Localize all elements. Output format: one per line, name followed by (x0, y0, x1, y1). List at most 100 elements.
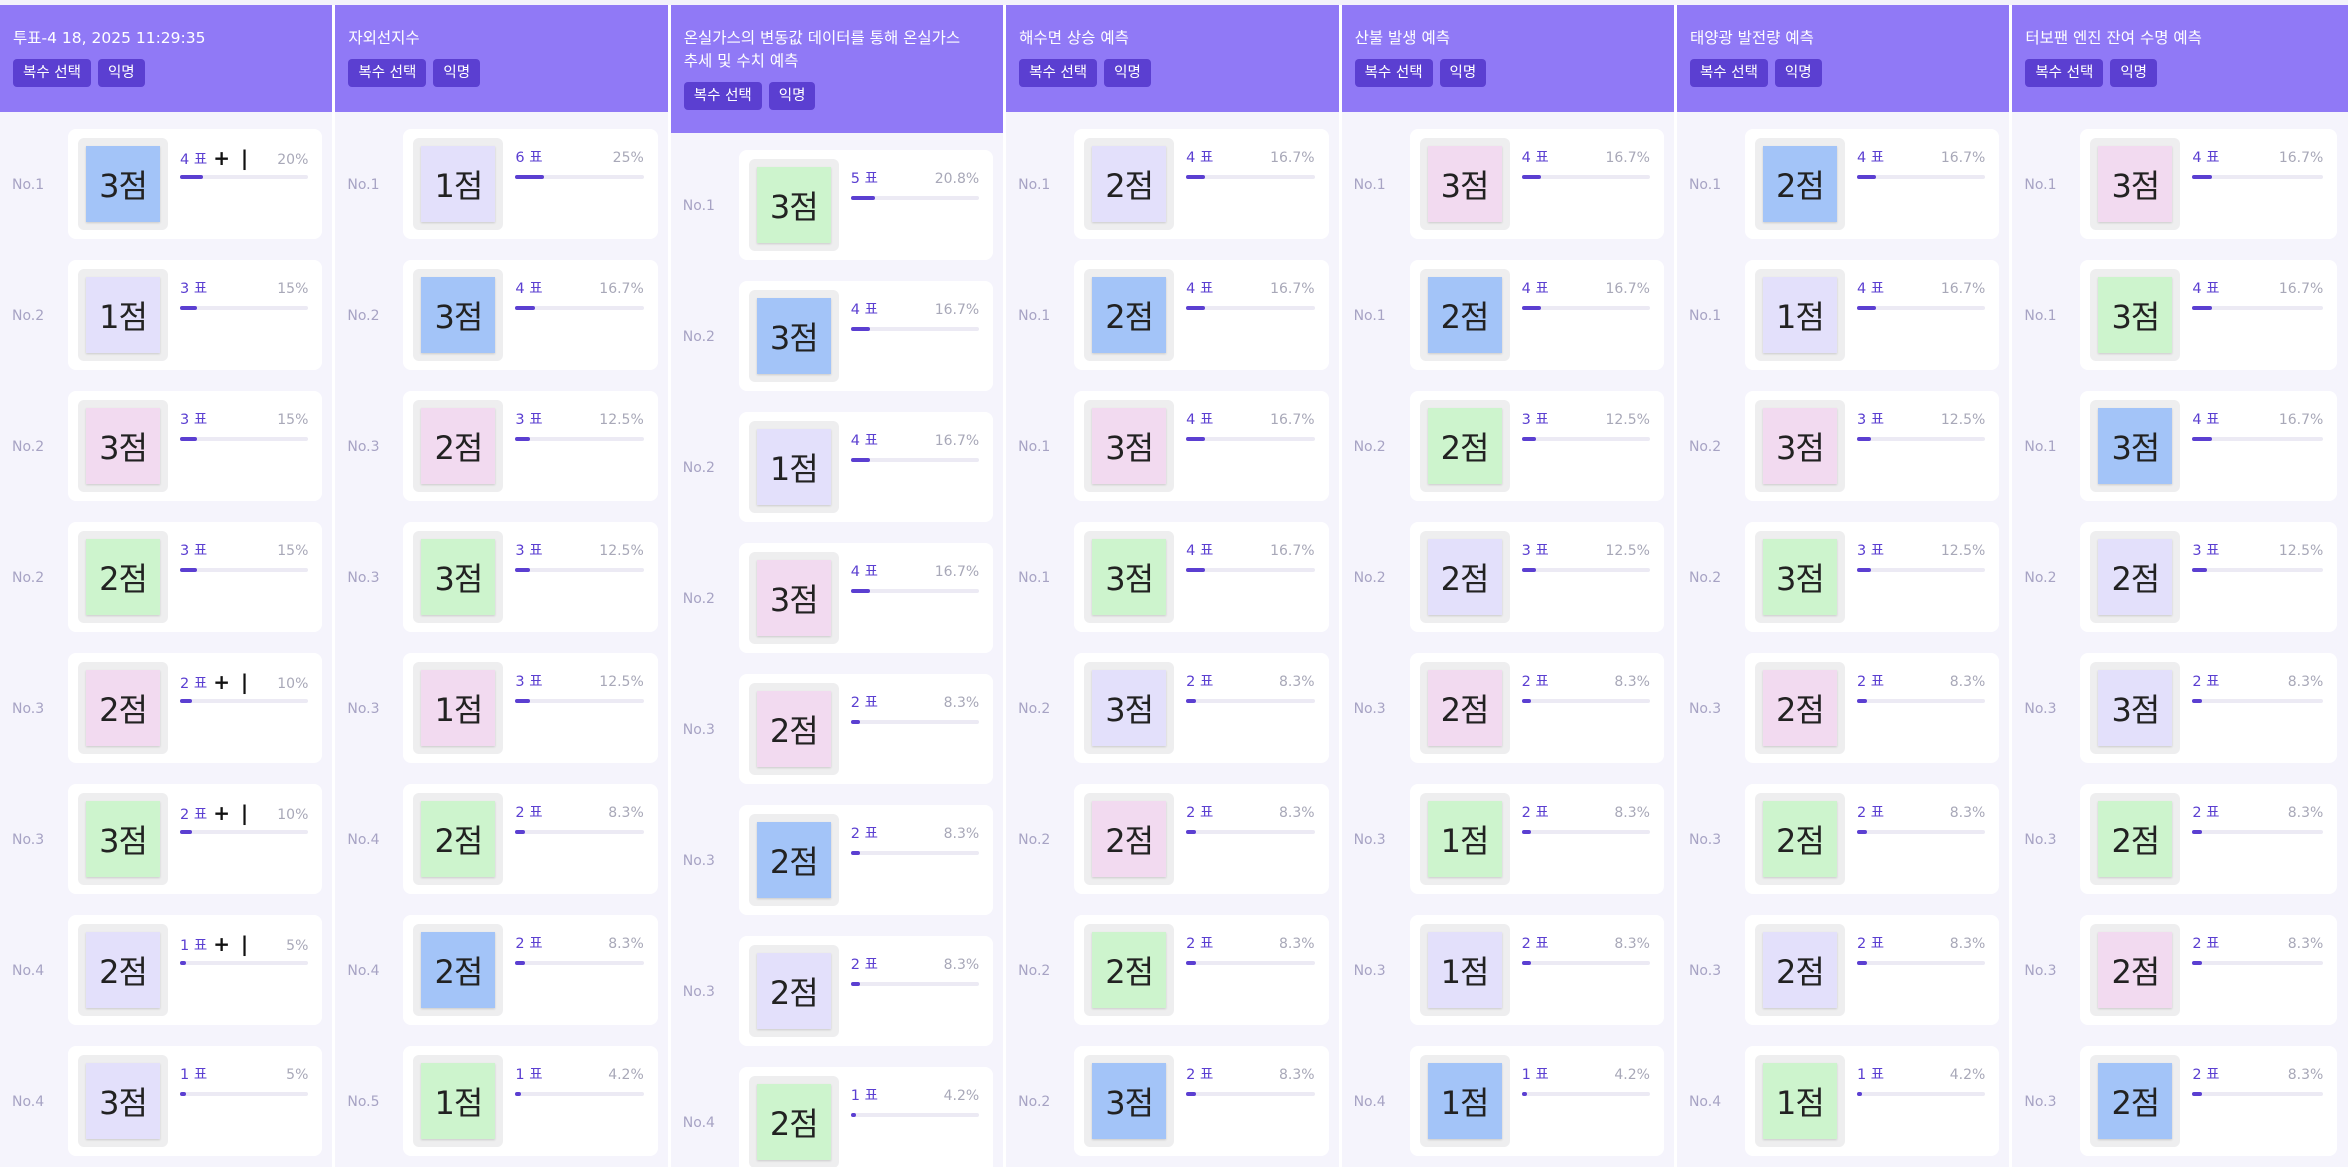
result-card[interactable]: 2점 2 표 8.3% (738, 936, 994, 1046)
sticky-note: 3점 (1092, 1063, 1167, 1139)
sticky-note: 2점 (421, 408, 496, 484)
result-card[interactable]: 2점 2 표 8.3% (2080, 1046, 2338, 1156)
result-card[interactable]: 2점 2 표 8.3% (1744, 784, 2000, 894)
result-card[interactable]: 3점 4 표 16.7% (1409, 129, 1664, 239)
result-card[interactable]: 3점 2 표 8.3% (2080, 653, 2338, 763)
vote-progress-fill (850, 851, 861, 855)
result-card[interactable]: 1점 2 표 8.3% (1409, 784, 1664, 894)
vote-info: 2 표 8.3% (1174, 1055, 1315, 1096)
result-card[interactable]: 1점 1 표 4.2% (403, 1046, 658, 1156)
result-card[interactable]: 3점 3 표 15% (68, 391, 323, 501)
result-card[interactable]: 3점 4 표 16.7% (2080, 129, 2338, 239)
result-row: No.3 3점 2 표 8.3% (2024, 653, 2338, 784)
multiple-choice-badge[interactable]: 복수 선택 (13, 59, 91, 87)
result-card[interactable]: 1점 1 표 4.2% (1409, 1046, 1664, 1156)
anonymous-badge[interactable]: 익명 (1439, 59, 1487, 87)
result-card[interactable]: 2점 2 표 8.3% (403, 784, 658, 894)
result-card[interactable]: 2점 2 표 8.3% (2080, 784, 2338, 894)
multiple-choice-badge[interactable]: 복수 선택 (1019, 59, 1098, 87)
vote-info: 3 표 15% (168, 531, 309, 572)
vote-info: 1 표 4.2% (503, 1055, 644, 1096)
result-card[interactable]: 3점 2 표 + | 10% (68, 784, 323, 894)
result-card[interactable]: 3점 4 표 16.7% (1074, 391, 1329, 501)
result-card[interactable]: 2점 2 표 8.3% (738, 674, 994, 784)
vote-line: 3 표 12.5% (1857, 408, 1985, 430)
vote-line: 4 표 16.7% (2192, 408, 2323, 430)
vote-count-wrap: 2 표 (1186, 670, 1213, 691)
result-card[interactable]: 2점 1 표 + | 5% (68, 915, 323, 1025)
vote-progress-track (180, 568, 309, 572)
vote-progress-fill (1856, 306, 1877, 310)
result-card[interactable]: 3점 4 표 16.7% (2080, 260, 2338, 370)
result-card[interactable]: 1점 4 표 16.7% (1744, 260, 2000, 370)
result-card[interactable]: 3점 3 표 12.5% (1744, 391, 2000, 501)
vote-progress-track (1856, 437, 1986, 441)
vote-info: 4 표 16.7% (1845, 138, 1986, 179)
note-thumbnail: 3점 (78, 793, 168, 885)
result-card[interactable]: 3점 2 표 8.3% (1074, 1046, 1329, 1156)
result-card[interactable]: 1점 6 표 25% (403, 129, 658, 239)
result-card[interactable]: 2점 2 표 8.3% (738, 805, 994, 915)
result-card[interactable]: 2점 2 표 8.3% (1409, 653, 1664, 763)
result-card[interactable]: 2점 2 표 8.3% (1744, 653, 2000, 763)
anonymous-badge[interactable]: 익명 (97, 59, 145, 87)
sticky-note: 3점 (2098, 408, 2173, 484)
anonymous-badge[interactable]: 익명 (2110, 59, 2157, 87)
multiple-choice-badge[interactable]: 복수 선택 (348, 59, 427, 87)
result-card[interactable]: 2점 1 표 4.2% (738, 1067, 994, 1167)
result-card[interactable]: 1점 1 표 4.2% (1744, 1046, 2000, 1156)
result-card[interactable]: 2점 4 표 16.7% (1074, 129, 1329, 239)
multiple-choice-badge[interactable]: 복수 선택 (1689, 59, 1768, 87)
result-card[interactable]: 3점 4 표 16.7% (1074, 522, 1329, 632)
result-card[interactable]: 1점 3 표 12.5% (403, 653, 658, 763)
result-card[interactable]: 2점 3 표 12.5% (1409, 391, 1664, 501)
result-card[interactable]: 2점 3 표 12.5% (403, 391, 658, 501)
vote-progress-track (1186, 568, 1315, 572)
vote-info: 4 표 16.7% (1510, 269, 1650, 310)
result-card[interactable]: 3점 3 표 12.5% (403, 522, 658, 632)
vote-count-wrap: 3 표 (180, 408, 207, 429)
result-card[interactable]: 3점 4 표 16.7% (403, 260, 658, 370)
anonymous-badge[interactable]: 익명 (1104, 59, 1151, 87)
sticky-note: 3점 (421, 539, 496, 615)
vote-progress-track (1186, 175, 1315, 179)
result-card[interactable]: 2점 2 표 8.3% (1074, 915, 1329, 1025)
anonymous-badge[interactable]: 익명 (433, 59, 481, 87)
vote-progress-track (850, 589, 980, 593)
multiple-choice-badge[interactable]: 복수 선택 (683, 82, 762, 110)
result-card[interactable]: 2점 2 표 + | 10% (68, 653, 323, 763)
result-card[interactable]: 2점 2 표 8.3% (1744, 915, 2000, 1025)
result-card[interactable]: 3점 2 표 8.3% (1074, 653, 1329, 763)
result-card[interactable]: 2점 3 표 12.5% (2080, 522, 2338, 632)
vote-percent: 8.3% (2287, 1067, 2324, 1083)
result-card[interactable]: 1점 3 표 15% (68, 260, 323, 370)
result-card[interactable]: 2점 3 표 15% (68, 522, 323, 632)
result-card[interactable]: 2점 4 표 16.7% (1074, 260, 1329, 370)
multiple-choice-badge[interactable]: 복수 선택 (1354, 59, 1433, 87)
vote-percent: 8.3% (1949, 674, 1986, 690)
result-card[interactable]: 3점 4 표 16.7% (2080, 391, 2338, 501)
result-card[interactable]: 2점 4 표 16.7% (1409, 260, 1664, 370)
result-card[interactable]: 2점 2 표 8.3% (2080, 915, 2338, 1025)
result-card[interactable]: 1점 2 표 8.3% (1409, 915, 1664, 1025)
anonymous-badge[interactable]: 익명 (768, 82, 816, 110)
vote-percent: 8.3% (1278, 936, 1315, 952)
result-card[interactable]: 3점 4 표 16.7% (738, 543, 994, 653)
result-card[interactable]: 3점 1 표 5% (68, 1046, 323, 1156)
result-card[interactable]: 2점 2 표 8.3% (403, 915, 658, 1025)
vote-percent: 12.5% (1940, 543, 1986, 559)
result-card[interactable]: 2점 3 표 12.5% (1409, 522, 1664, 632)
result-card[interactable]: 2점 2 표 8.3% (1074, 784, 1329, 894)
vote-line: 1 표 5% (180, 1063, 308, 1085)
result-card[interactable]: 3점 3 표 12.5% (1744, 522, 2000, 632)
anonymous-badge[interactable]: 익명 (1774, 59, 1822, 87)
result-card[interactable]: 3점 4 표 16.7% (738, 281, 994, 391)
result-card[interactable]: 1점 4 표 16.7% (738, 412, 994, 522)
result-card[interactable]: 3점 4 표 + | 20% (68, 129, 323, 239)
vote-info: 2 표 + | 10% (168, 793, 309, 834)
result-card[interactable]: 2점 4 표 16.7% (1744, 129, 2000, 239)
result-card[interactable]: 3점 5 표 20.8% (738, 150, 994, 260)
rank-label: No.2 (1018, 1094, 1051, 1110)
result-row: No.2 1점 3 표 15% (12, 260, 323, 391)
multiple-choice-badge[interactable]: 복수 선택 (2025, 59, 2104, 87)
